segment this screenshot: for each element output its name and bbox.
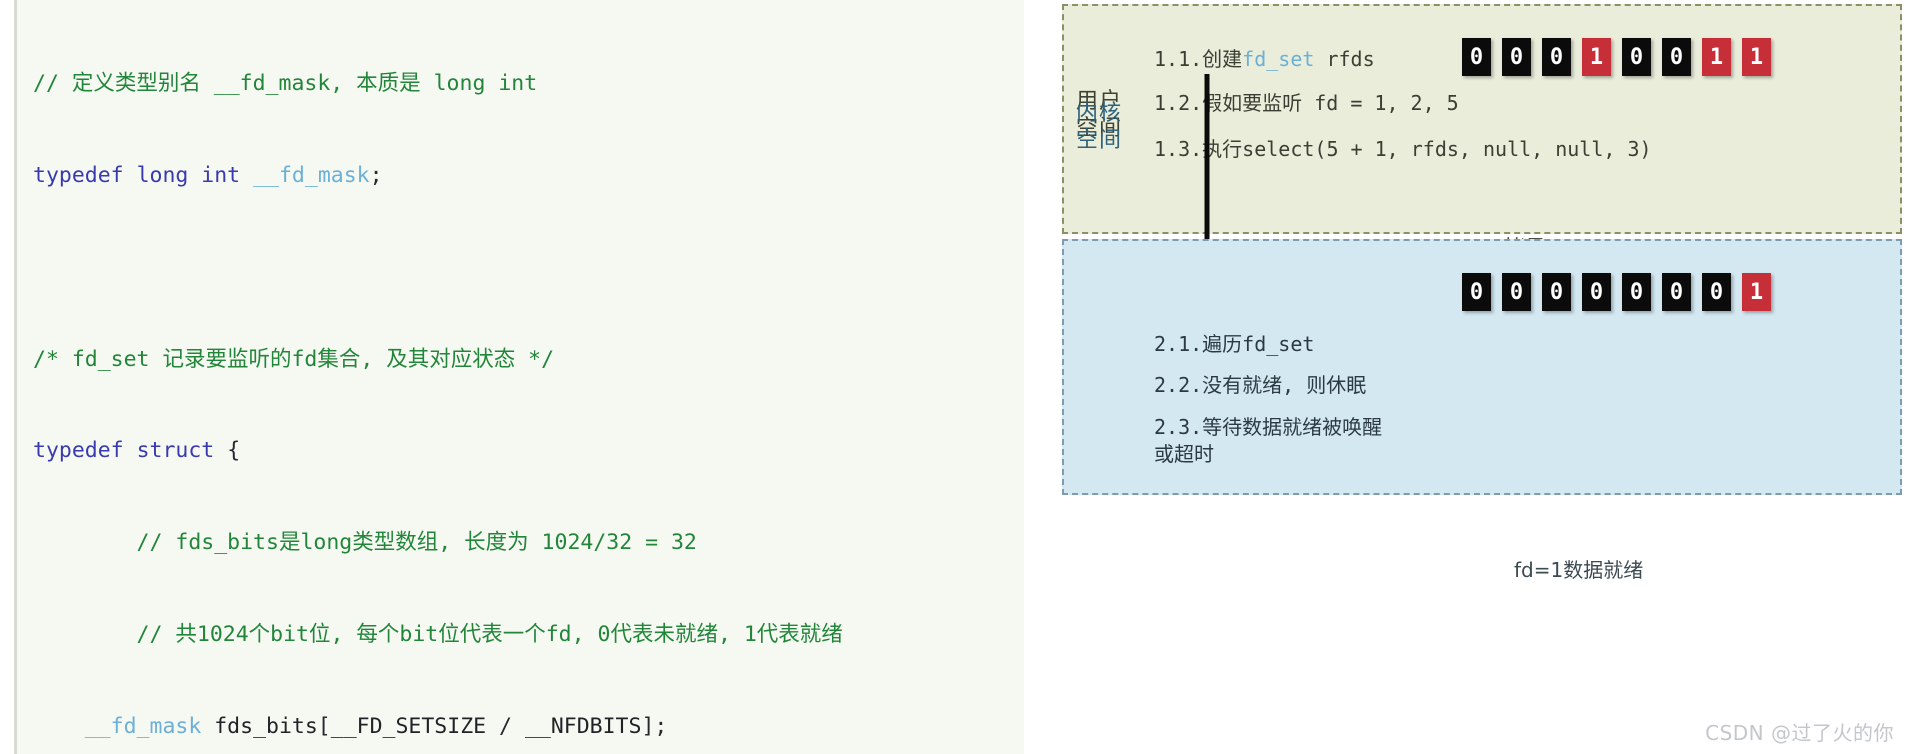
kernel-bit-4: 0 [1622,273,1651,311]
kernel-bit-5: 0 [1662,273,1691,311]
kernel-bit-7: 1 [1742,273,1771,311]
user-bit-3: 1 [1582,38,1611,76]
user-space-bit-row: 00010011 [1462,38,1771,76]
kernel-step-2-2: 2.2.没有就绪, 则休眠 [1154,373,1367,397]
code-line-text: // 定义类型别名 __fd_mask, 本质是 long int [33,71,538,97]
user-bit-6: 1 [1702,38,1731,76]
user-bit-1: 0 [1502,38,1531,76]
kernel-step-2-3: 2.3.等待数据就绪被唤醒 或超时 [1154,415,1383,466]
code-line: // fds_bits是long类型数组, 长度为 1024/32 = 32 [33,528,843,559]
user-bit-7: 1 [1742,38,1771,76]
user-bit-2: 0 [1542,38,1571,76]
fd-set-token: fd_set [1242,47,1315,71]
kernel-space-bit-row: 00000001 [1462,273,1771,311]
kernel-step-2-1: 2.1.遍历fd_set [1154,332,1315,356]
code-panel: // 定义类型别名 __fd_mask, 本质是 long int typede… [14,0,1024,754]
code-line: /* fd_set 记录要监听的fd集合, 及其对应状态 */ [33,345,843,376]
kernel-bit-3: 0 [1582,273,1611,311]
code-line: typedef long int __fd_mask; [33,162,383,188]
fd-ready-note: fd=1数据就绪 [1514,558,1644,582]
code-line: __fd_mask fds_bits[__FD_SETSIZE / __NFDB… [84,713,668,739]
kernel-bit-1: 0 [1502,273,1531,311]
code-line-text: // fds_bits是long类型数组, 长度为 1024/32 = 32 [84,530,697,556]
csdn-watermark: CSDN @过了火的你 [1705,721,1894,745]
user-step-1-1: 1.1.创建fd_set rfds [1154,47,1375,71]
kernel-bit-6: 0 [1702,273,1731,311]
code-line: typedef struct { [33,438,241,464]
user-step-1-3: 1.3.执行select(5 + 1, rfds, null, null, 3) [1154,137,1652,161]
select-flow-diagram: 用户 空间 1.1.创建fd_set rfds 1.2.假如要监听 fd = 1… [1036,0,1912,754]
code-line-text: // 共1024个bit位, 每个bit位代表一个fd, 0代表未就绪, 1代表… [84,621,843,647]
code-line: // 共1024个bit位, 每个bit位代表一个fd, 0代表未就绪, 1代表… [33,620,843,651]
screenshot-root: // 定义类型别名 __fd_mask, 本质是 long int typede… [0,0,1912,754]
kernel-bit-2: 0 [1542,273,1571,311]
kernel-space-label: 内核 空间 [1076,101,1123,153]
user-bit-5: 0 [1662,38,1691,76]
code-line: // 定义类型别名 __fd_mask, 本质是 long int [33,69,843,100]
code-line-text: /* fd_set 记录要监听的fd集合, 及其对应状态 */ [33,346,555,372]
user-bit-4: 0 [1622,38,1651,76]
user-bit-0: 0 [1462,38,1491,76]
code-block: // 定义类型别名 __fd_mask, 本质是 long int typede… [33,8,843,754]
kernel-bit-0: 0 [1462,273,1491,311]
